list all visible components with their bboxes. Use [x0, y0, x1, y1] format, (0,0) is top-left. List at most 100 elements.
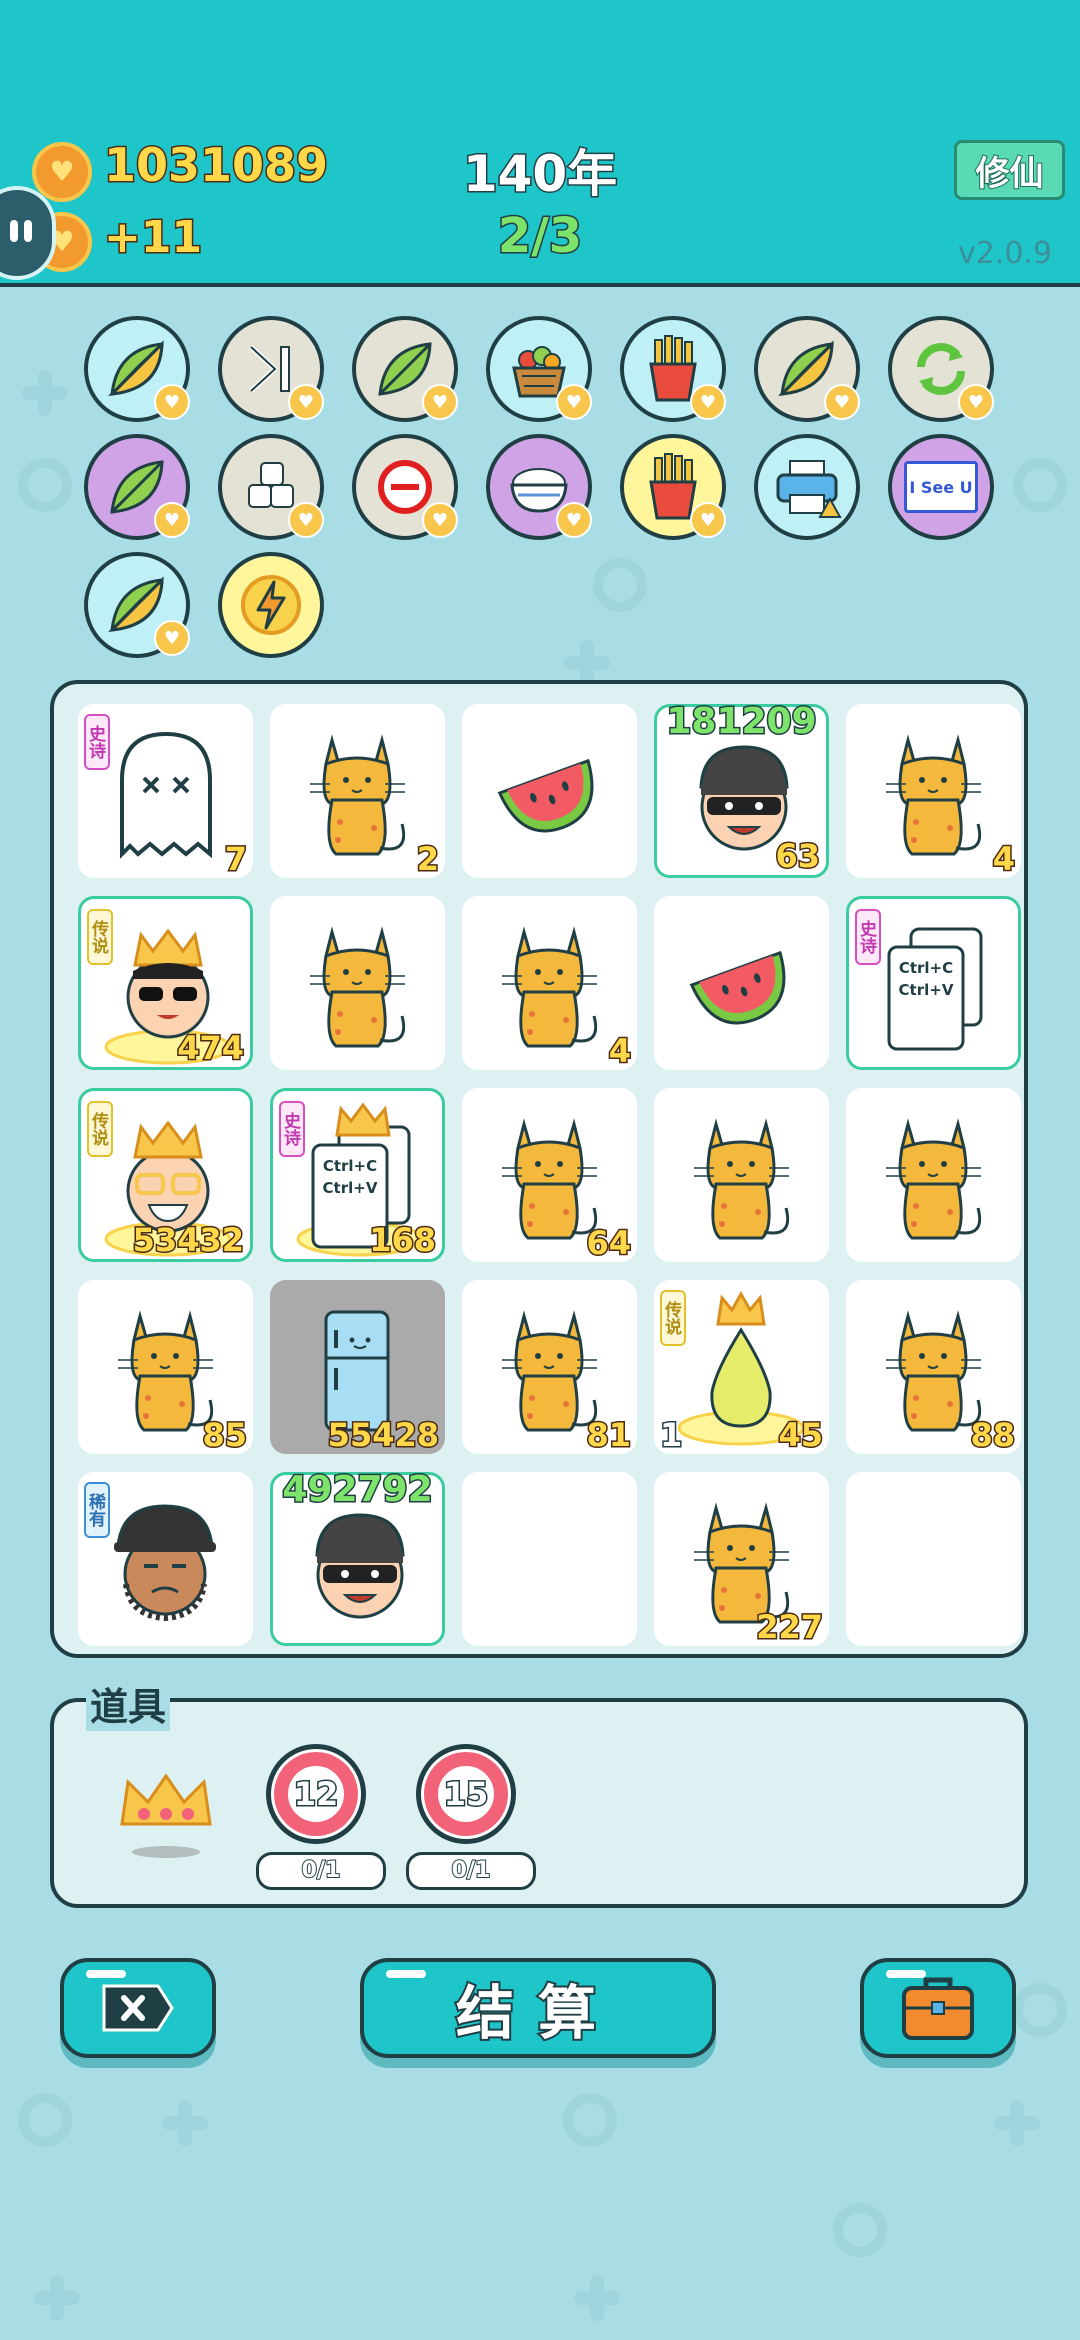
cell-value: 53432: [131, 1220, 245, 1261]
settle-label: 结算: [454, 1977, 620, 2049]
settle-button[interactable]: 结算: [360, 1958, 716, 2058]
wave-progress: 2/3: [496, 207, 583, 266]
rarity-tag: 史诗: [84, 714, 110, 770]
board-cell[interactable]: [846, 1088, 1021, 1262]
rarity-tag: 稀有: [84, 1482, 110, 1538]
ctrl-text: Ctrl+C Ctrl+V: [891, 957, 961, 1001]
quit-button[interactable]: [60, 1958, 216, 2058]
ctrl-line: Ctrl+C: [898, 959, 954, 977]
prop-count: 0/1: [256, 1852, 386, 1890]
board-cell[interactable]: 4: [846, 704, 1021, 880]
cell-value: 63: [774, 836, 822, 877]
cell-top-value: 181209: [665, 700, 818, 744]
fries-icon[interactable]: ♥: [620, 434, 726, 540]
board-cell[interactable]: [270, 896, 445, 1070]
i-see-u-label: I See U: [904, 461, 978, 513]
cell-value: 474: [176, 1028, 246, 1069]
board-cell[interactable]: 传说 45 1: [654, 1280, 829, 1456]
board-cell[interactable]: 492792: [270, 1468, 445, 1646]
cat-icon: [694, 1118, 790, 1240]
cat-icon: [310, 926, 406, 1048]
xiuxian-button[interactable]: 修仙: [954, 140, 1065, 200]
refresh-icon[interactable]: ♥: [888, 316, 994, 422]
leaf-icon[interactable]: ♥: [754, 316, 860, 422]
board-cell[interactable]: 55428: [270, 1280, 445, 1456]
year-counter: 140年: [461, 144, 618, 205]
board-cell[interactable]: 227: [654, 1472, 829, 1648]
board-cell[interactable]: [654, 896, 829, 1070]
watermelon-icon: [497, 758, 594, 833]
target-icon[interactable]: 12: [266, 1744, 366, 1844]
cell-value: 4: [991, 839, 1016, 880]
board-cell[interactable]: 史诗 7: [78, 704, 253, 880]
cell-left-value: 1: [658, 1415, 683, 1456]
board-cell[interactable]: 88: [846, 1280, 1021, 1456]
cell-value: 2: [415, 839, 440, 880]
cell-value: 81: [585, 1415, 633, 1456]
cell-value: 227: [755, 1607, 825, 1648]
props-title: 道具: [86, 1676, 171, 1731]
board-cell[interactable]: Ctrl+C Ctrl+V 史诗: [846, 896, 1021, 1070]
cell-value: 85: [201, 1415, 249, 1456]
skip-icon[interactable]: ♥: [218, 316, 324, 422]
sugar-cubes-icon[interactable]: ♥: [218, 434, 324, 540]
ctrl-line: Ctrl+V: [898, 981, 954, 999]
rarity-tag: 史诗: [855, 909, 881, 965]
ctrl-line: Ctrl+V: [322, 1179, 378, 1197]
lightning-icon[interactable]: [218, 552, 324, 658]
top-status-bar: ♥ 1031089 ♥ +11 140年 2/3 修仙 v2.0.9: [0, 0, 1080, 287]
cell-value: 55428: [326, 1415, 440, 1456]
board-cell[interactable]: Ctrl+C Ctrl+V 史诗 168: [270, 1088, 445, 1262]
props-panel: 12 0/1 15 0/1: [50, 1698, 1028, 1908]
leaf-icon[interactable]: ♥: [84, 552, 190, 658]
coin-total: 1031089: [102, 137, 329, 194]
minus-icon[interactable]: ♥: [352, 434, 458, 540]
ctrl-line: Ctrl+C: [322, 1157, 378, 1175]
cell-value: 7: [223, 839, 248, 880]
cell-value: 4: [607, 1031, 632, 1072]
coin-icon: ♥: [32, 142, 92, 202]
board-cell[interactable]: 传说 53432: [78, 1088, 253, 1262]
target-value: 15: [442, 1774, 490, 1815]
board-cell[interactable]: 稀有: [78, 1472, 253, 1646]
rarity-tag: 传说: [660, 1290, 686, 1346]
board-cell[interactable]: 2: [270, 704, 445, 880]
crown-icon[interactable]: [114, 1768, 218, 1858]
cell-value: 64: [585, 1223, 633, 1264]
cell-value: 45: [777, 1415, 825, 1456]
coin-income: +11: [102, 211, 203, 265]
board-cell[interactable]: 85: [78, 1280, 253, 1456]
i-see-u-icon[interactable]: I See U: [888, 434, 994, 540]
cell-top-value: 492792: [281, 1468, 434, 1512]
cell-value: 168: [368, 1220, 438, 1261]
watermelon-icon: [689, 950, 786, 1025]
board-cell[interactable]: 181209 63: [654, 700, 829, 878]
close-tag-icon: [102, 1984, 174, 2032]
ctrl-text: Ctrl+C Ctrl+V: [315, 1155, 385, 1199]
game-board: 史诗 7 2 181209 63 4 传说 474 4 Ctrl+C Ctrl+…: [50, 680, 1028, 1658]
rarity-tag: 史诗: [279, 1101, 305, 1157]
rarity-tag: 传说: [87, 909, 113, 965]
prop-count: 0/1: [406, 1852, 536, 1890]
target-icon[interactable]: 15: [416, 1744, 516, 1844]
board-cell[interactable]: [846, 1472, 1021, 1646]
rarity-tag: 传说: [87, 1101, 113, 1157]
cat-icon: [886, 1118, 982, 1240]
rice-bowl-icon[interactable]: ♥: [486, 434, 592, 540]
board-cell[interactable]: 64: [462, 1088, 637, 1264]
fries-icon[interactable]: ♥: [620, 316, 726, 422]
cell-value: 88: [969, 1415, 1017, 1456]
board-cell[interactable]: 传说 474: [78, 896, 253, 1070]
board-cell[interactable]: [462, 704, 637, 878]
board-cell[interactable]: [462, 1472, 637, 1646]
board-cell[interactable]: 81: [462, 1280, 637, 1456]
printer-icon[interactable]: [754, 434, 860, 540]
board-cell[interactable]: 4: [462, 896, 637, 1072]
bag-button[interactable]: [860, 1958, 1016, 2058]
leaf-icon[interactable]: ♥: [84, 316, 190, 422]
leaf-icon[interactable]: ♥: [352, 316, 458, 422]
version-label: v2.0.9: [958, 236, 1053, 271]
board-cell[interactable]: [654, 1088, 829, 1262]
fruit-basket-icon[interactable]: ♥: [486, 316, 592, 422]
leaf-icon[interactable]: ♥: [84, 434, 190, 540]
